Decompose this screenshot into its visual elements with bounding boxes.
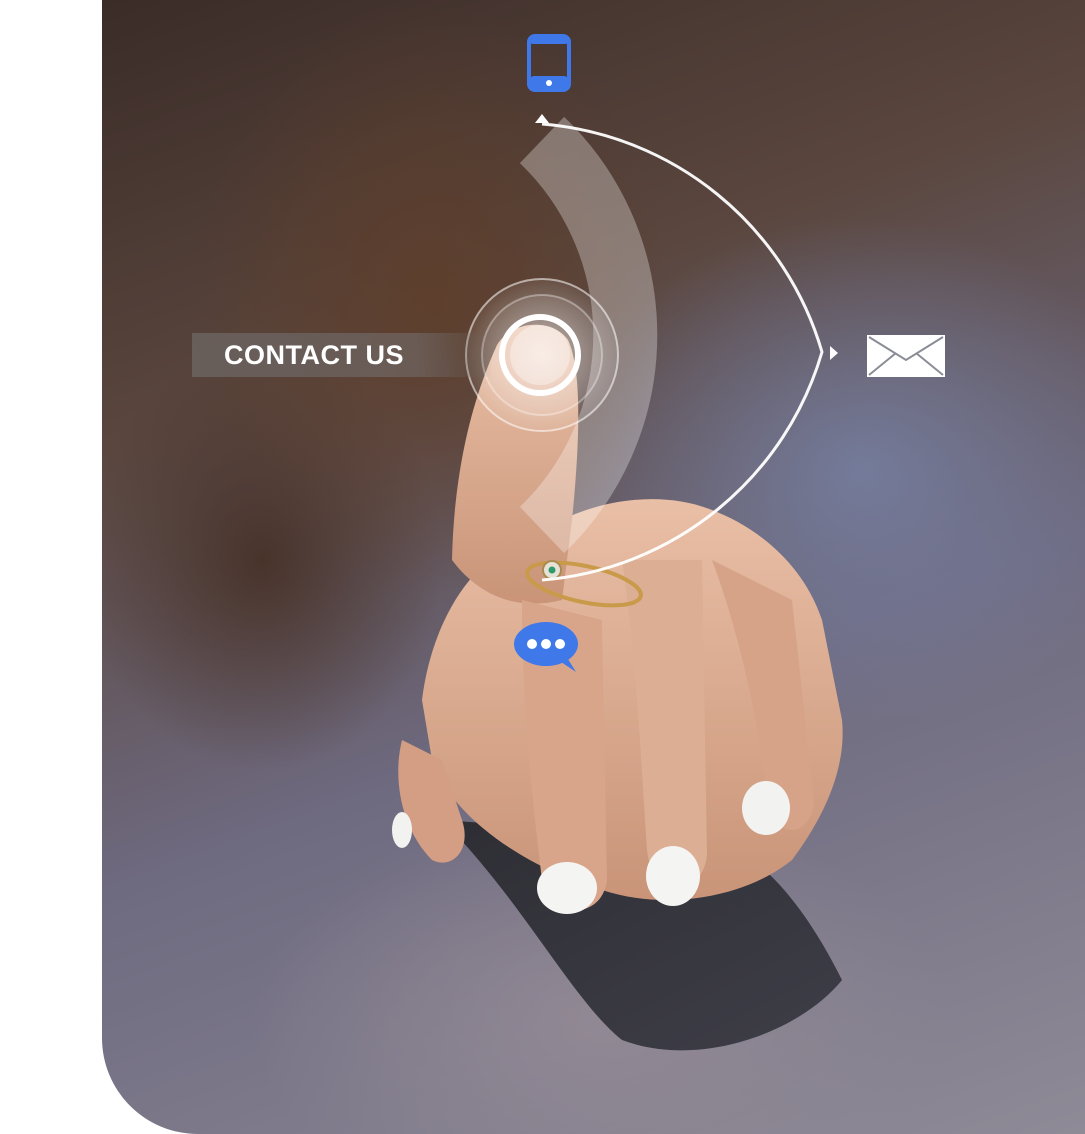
nail (646, 846, 700, 906)
contact-us-button[interactable]: CONTACT US (192, 333, 492, 377)
contact-us-label: CONTACT US (224, 339, 404, 370)
tablet-icon[interactable] (526, 34, 572, 92)
nail (392, 812, 412, 848)
page: CONTACT US (0, 0, 1085, 1134)
nail (742, 781, 790, 835)
contact-touch-point[interactable] (462, 290, 622, 420)
nail (537, 862, 597, 914)
hand-illustration (392, 114, 843, 1051)
ring-gem (548, 566, 556, 574)
envelope-icon[interactable] (866, 334, 946, 378)
up-arrow-marker (535, 114, 549, 123)
right-arrow-marker (830, 346, 838, 360)
chat-bubble-icon[interactable] (512, 620, 582, 676)
hero-photo-panel (102, 0, 1085, 1134)
